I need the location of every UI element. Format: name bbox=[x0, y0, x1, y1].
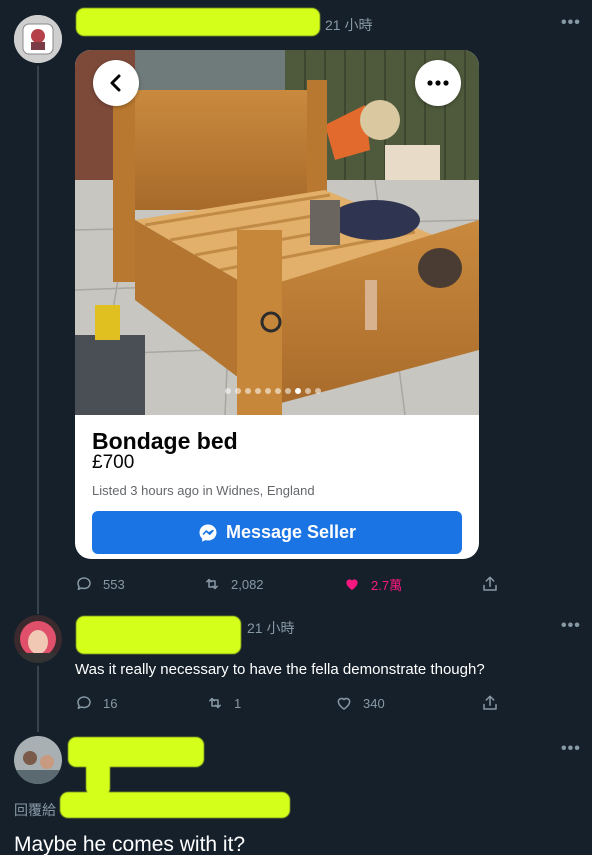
more-icon bbox=[427, 80, 449, 86]
like-button[interactable]: 340 bbox=[335, 694, 385, 712]
retweet-count: 2,082 bbox=[231, 576, 264, 592]
listing-photo[interactable] bbox=[75, 50, 479, 415]
pager-dot[interactable] bbox=[315, 388, 321, 394]
avatar[interactable] bbox=[14, 15, 62, 63]
pager-dot[interactable] bbox=[305, 388, 311, 394]
listing-meta: Listed 3 hours ago in Widnes, England bbox=[92, 483, 315, 498]
avatar[interactable] bbox=[14, 736, 62, 784]
reply-icon bbox=[77, 696, 91, 709]
retweet-count: 1 bbox=[234, 695, 242, 711]
photo-more-button[interactable] bbox=[415, 60, 461, 106]
retweet-icon bbox=[206, 578, 218, 590]
like-count: 340 bbox=[363, 695, 385, 711]
messenger-icon bbox=[199, 524, 217, 542]
tweet-actions: 553 2,082 2.7萬 bbox=[75, 574, 505, 594]
pager-dot[interactable] bbox=[295, 388, 301, 394]
message-seller-label: Message Seller bbox=[225, 522, 357, 542]
redacted-handle bbox=[86, 760, 110, 796]
thread-line bbox=[37, 666, 39, 732]
pager-dot[interactable] bbox=[225, 388, 231, 394]
reply-count: 553 bbox=[103, 576, 125, 592]
reply-icon bbox=[77, 577, 91, 590]
thread-line bbox=[37, 66, 39, 614]
retweet-button[interactable]: 2,082 bbox=[203, 575, 264, 593]
redacted-mention bbox=[60, 792, 290, 818]
redacted-username bbox=[76, 8, 320, 36]
listing-title: Bondage bed bbox=[92, 428, 238, 454]
pager-dot[interactable] bbox=[275, 388, 281, 394]
tweet-text: Was it really necessary to have the fell… bbox=[75, 661, 485, 678]
pager-dot[interactable] bbox=[265, 388, 271, 394]
back-button[interactable] bbox=[93, 60, 139, 106]
more-icon[interactable]: ••• bbox=[561, 740, 581, 758]
share-icon bbox=[483, 695, 497, 710]
reply-button[interactable]: 553 bbox=[75, 575, 125, 593]
replying-to-label: 回覆給 bbox=[14, 802, 56, 818]
tweet-text: Maybe he comes with it? bbox=[14, 833, 246, 855]
pager-dot[interactable] bbox=[285, 388, 291, 394]
back-chevron-icon bbox=[110, 74, 121, 92]
photo-pager[interactable] bbox=[225, 388, 321, 394]
message-seller-button[interactable]: Message Seller bbox=[92, 511, 462, 554]
avatar[interactable] bbox=[14, 615, 62, 663]
tweet-actions: 16 1 340 bbox=[75, 693, 505, 713]
like-icon bbox=[346, 579, 358, 590]
tweet-time[interactable]: 21 小時 bbox=[247, 618, 294, 638]
pager-dot[interactable] bbox=[255, 388, 261, 394]
tweet-time[interactable]: 21 小時 bbox=[325, 15, 372, 35]
marketplace-card[interactable]: Bondage bed £700 Listed 3 hours ago in W… bbox=[75, 50, 479, 559]
like-count: 2.7萬 bbox=[371, 577, 403, 593]
more-icon[interactable]: ••• bbox=[561, 617, 581, 635]
listing-price: £700 bbox=[92, 452, 135, 473]
like-button[interactable]: 2.7萬 bbox=[343, 575, 402, 594]
pager-dot[interactable] bbox=[235, 388, 241, 394]
pager-dot[interactable] bbox=[245, 388, 251, 394]
share-button[interactable] bbox=[481, 575, 499, 593]
retweet-button[interactable]: 1 bbox=[206, 694, 241, 712]
redacted-username bbox=[76, 616, 241, 654]
like-icon bbox=[337, 697, 351, 710]
reply-count: 16 bbox=[103, 695, 118, 711]
share-button[interactable] bbox=[481, 694, 499, 712]
reply-button[interactable]: 16 bbox=[75, 694, 117, 712]
share-icon bbox=[483, 576, 497, 591]
retweet-icon bbox=[209, 697, 221, 709]
more-icon[interactable]: ••• bbox=[561, 14, 581, 32]
